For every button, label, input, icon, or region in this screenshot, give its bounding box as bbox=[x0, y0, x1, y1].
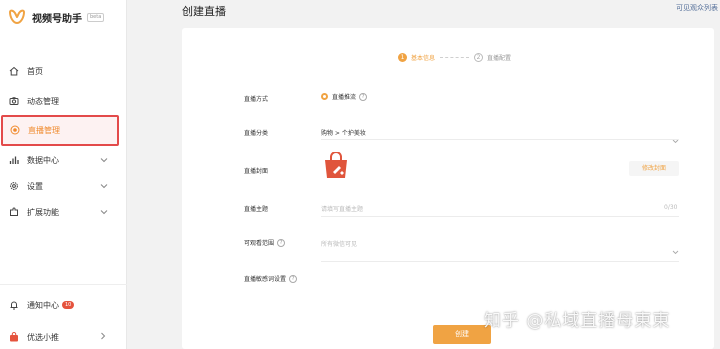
step-number: 2 bbox=[474, 53, 484, 62]
mode-label: 直播方式 bbox=[244, 96, 269, 103]
chevron-right-icon bbox=[100, 332, 106, 342]
camera-icon bbox=[9, 96, 19, 106]
step-number: 1 bbox=[398, 53, 407, 62]
topic-label: 直播主题 bbox=[244, 206, 269, 213]
create-live-form: 1 基本信息 2 直播配置 直播方式 直播推流 ? 直播分类 购物 > 个护美妆… bbox=[182, 28, 714, 349]
cover-label: 直播封面 bbox=[244, 168, 269, 175]
visibility-label-text: 可观看范围 bbox=[244, 240, 275, 247]
visibility-underline bbox=[321, 261, 679, 262]
sidebar-item-settings[interactable]: 设置 bbox=[0, 176, 127, 196]
sidebar-item-shop[interactable]: 优选小推 bbox=[0, 327, 127, 347]
sidebar-item-label: 扩展功能 bbox=[27, 207, 59, 217]
help-icon[interactable]: ? bbox=[359, 92, 368, 101]
mode-value: 直播推流 bbox=[332, 94, 357, 101]
sidebar-item-label: 动态管理 bbox=[27, 96, 59, 106]
topic-underline bbox=[321, 216, 679, 217]
chevron-down-icon bbox=[100, 208, 108, 217]
bell-icon bbox=[9, 300, 19, 310]
sidebar-item-label: 直播管理 bbox=[28, 126, 60, 135]
help-icon[interactable]: ? bbox=[289, 274, 298, 283]
visibility-label: 可观看范围 ? bbox=[244, 238, 286, 247]
notifications-label: 通知中心 bbox=[27, 300, 59, 310]
sidebar-item-data-center[interactable]: 数据中心 bbox=[0, 150, 127, 170]
beta-badge: beta bbox=[87, 12, 105, 22]
notification-count-badge: 10 bbox=[62, 301, 75, 309]
sidebar-item-home[interactable]: 首页 bbox=[0, 61, 127, 81]
step-connector bbox=[440, 57, 470, 58]
sidebar-item-notifications[interactable]: 通知中心 10 bbox=[0, 295, 127, 315]
topic-char-counter: 0/30 bbox=[664, 204, 678, 211]
channels-logo-icon bbox=[9, 9, 25, 24]
step-label-live-config: 直播配置 bbox=[487, 55, 512, 62]
page-title: 创建直播 bbox=[182, 5, 226, 18]
gear-icon bbox=[9, 181, 19, 191]
sidebar-item-label: 优选小推 bbox=[27, 332, 59, 342]
visibility-select[interactable]: 所有微信可见 bbox=[321, 239, 357, 248]
help-icon[interactable]: ? bbox=[277, 238, 286, 247]
sidebar-item-label: 通知中心 10 bbox=[27, 300, 75, 311]
shop-bag-icon bbox=[9, 332, 19, 342]
chevron-down-icon bbox=[100, 182, 108, 191]
category-label: 直播分类 bbox=[244, 130, 269, 137]
bar-chart-icon bbox=[9, 155, 19, 165]
sensitive-words-label-text: 直播敏感词设置 bbox=[244, 276, 287, 283]
home-icon bbox=[9, 66, 19, 76]
sidebar-divider bbox=[0, 284, 127, 285]
category-value[interactable]: 购物 > 个护美妆 bbox=[321, 128, 366, 137]
sidebar-item-live[interactable]: 直播管理 bbox=[1, 115, 119, 146]
sidebar-item-extensions[interactable]: 扩展功能 bbox=[0, 202, 127, 222]
chevron-down-icon[interactable] bbox=[672, 240, 679, 259]
chevron-down-icon bbox=[100, 156, 108, 165]
viewer-list-link[interactable]: 可见观众列表 bbox=[676, 3, 718, 13]
step-label-basic-info: 基本信息 bbox=[411, 55, 436, 62]
cover-image[interactable] bbox=[323, 151, 349, 184]
create-button[interactable]: 创建 bbox=[433, 325, 491, 344]
sidebar: 视频号助手 beta 首页 动态管理 直播管理 数据中心 设置 扩展功能 通知中… bbox=[0, 0, 127, 349]
sensitive-words-label: 直播敏感词设置 ? bbox=[244, 274, 298, 283]
radio-selected-icon[interactable] bbox=[321, 93, 328, 100]
modify-cover-button[interactable]: 修改封面 bbox=[629, 161, 679, 176]
category-underline bbox=[321, 139, 679, 140]
live-icon bbox=[10, 125, 20, 135]
brand[interactable]: 视频号助手 beta bbox=[8, 9, 105, 25]
sidebar-item-label: 首页 bbox=[27, 66, 43, 76]
sidebar-item-label: 设置 bbox=[27, 181, 43, 191]
app-name: 视频号助手 bbox=[32, 13, 82, 25]
sidebar-item-label: 数据中心 bbox=[27, 155, 59, 165]
puzzle-icon bbox=[9, 207, 19, 217]
sidebar-item-posts[interactable]: 动态管理 bbox=[0, 91, 127, 111]
step-indicator: 1 基本信息 2 直播配置 bbox=[398, 53, 511, 62]
watermark: 知乎 @私域直播母東東 bbox=[484, 311, 671, 331]
topic-input[interactable]: 请填写直播主题 bbox=[321, 204, 363, 213]
mode-radio-group[interactable]: 直播推流 ? bbox=[321, 92, 368, 101]
